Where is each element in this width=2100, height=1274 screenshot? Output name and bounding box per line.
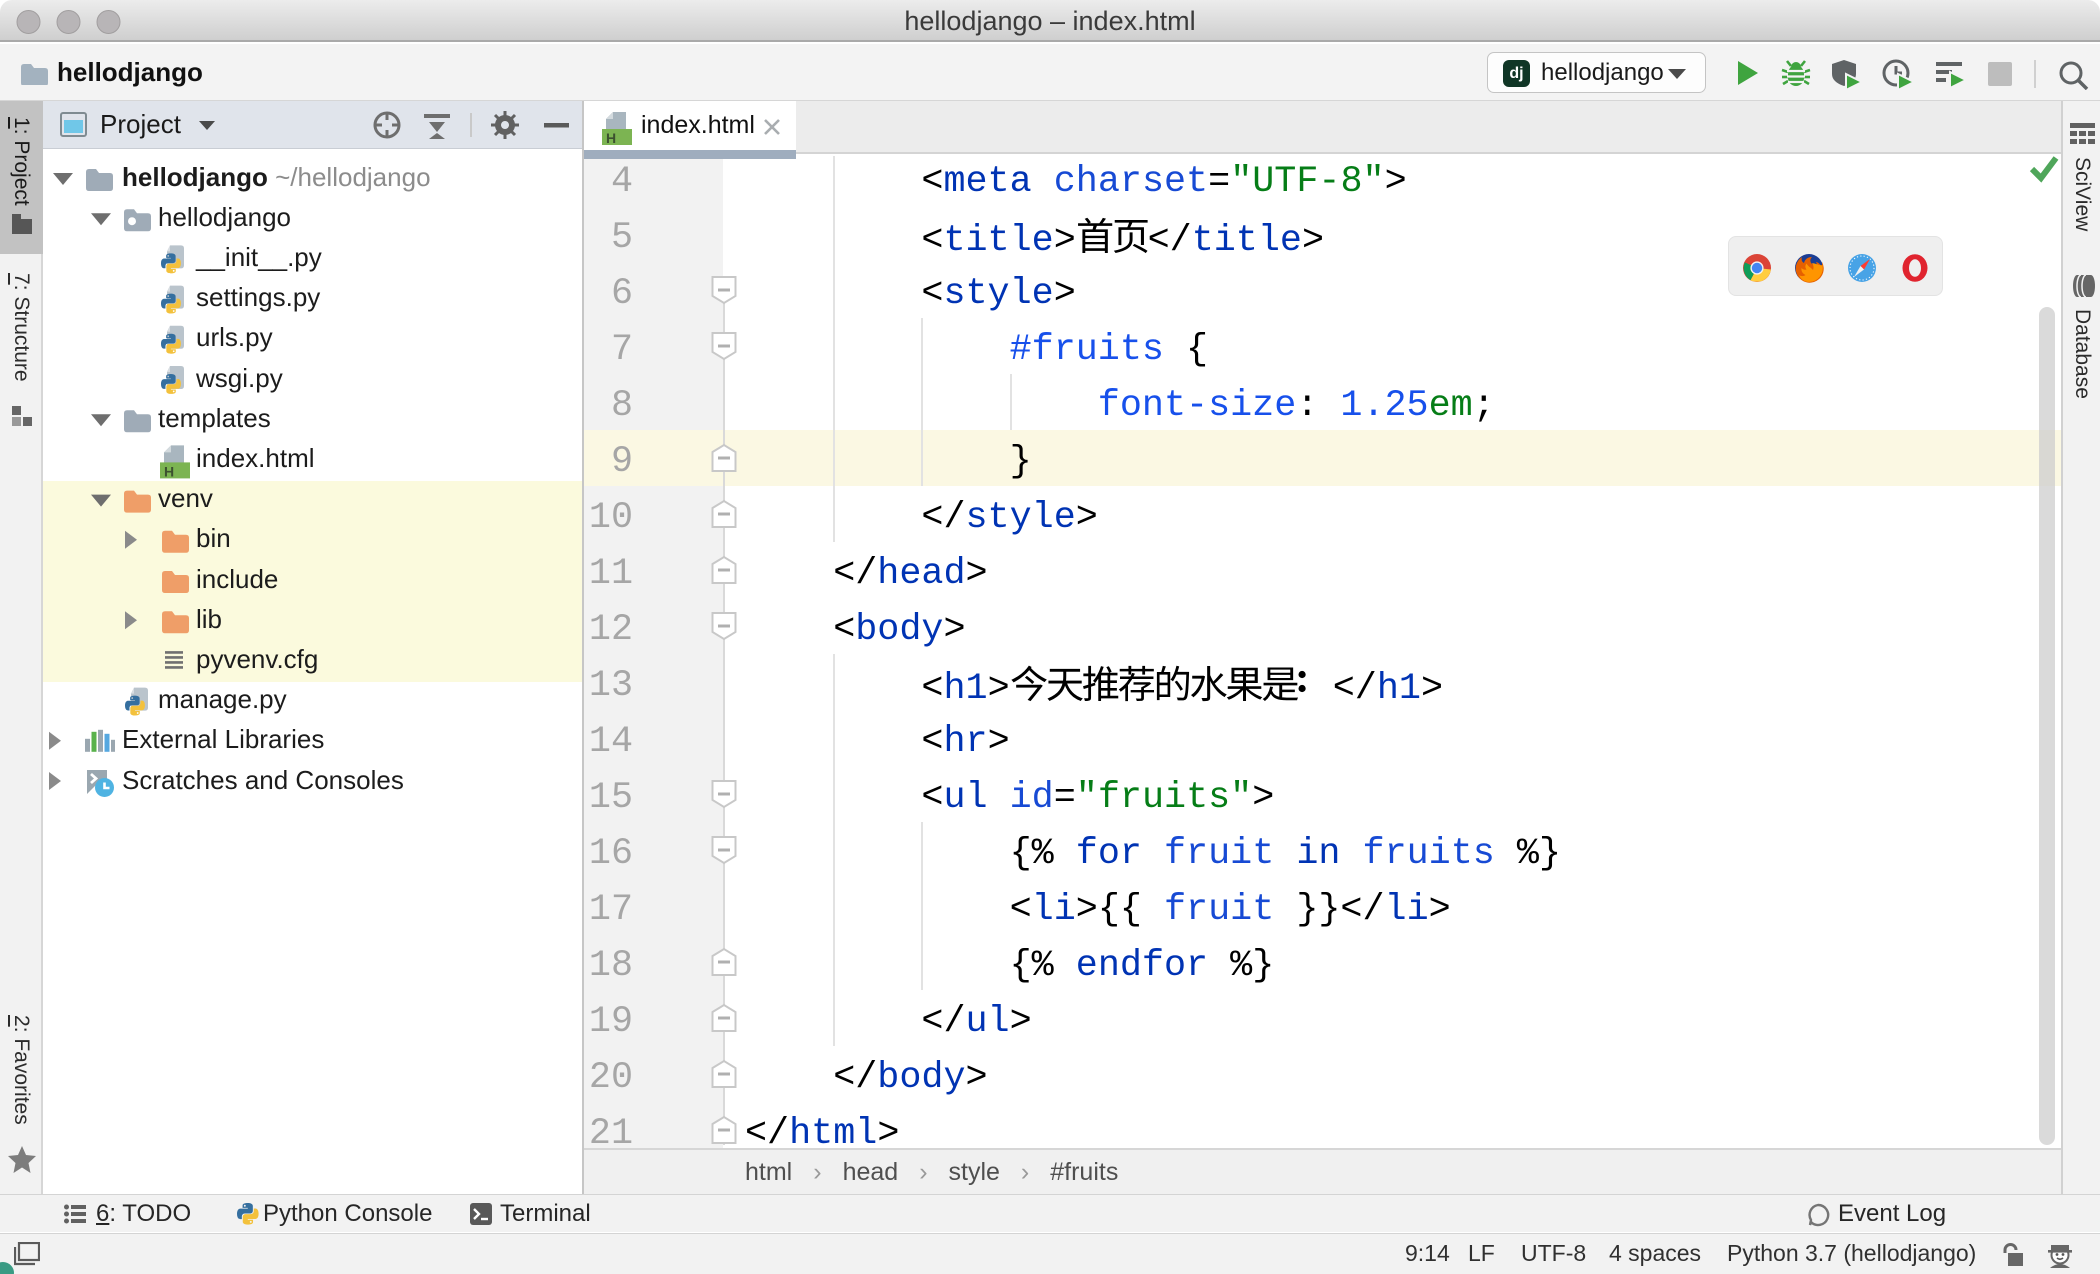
svg-text:H: H bbox=[164, 463, 174, 479]
svg-text:H: H bbox=[606, 130, 616, 146]
